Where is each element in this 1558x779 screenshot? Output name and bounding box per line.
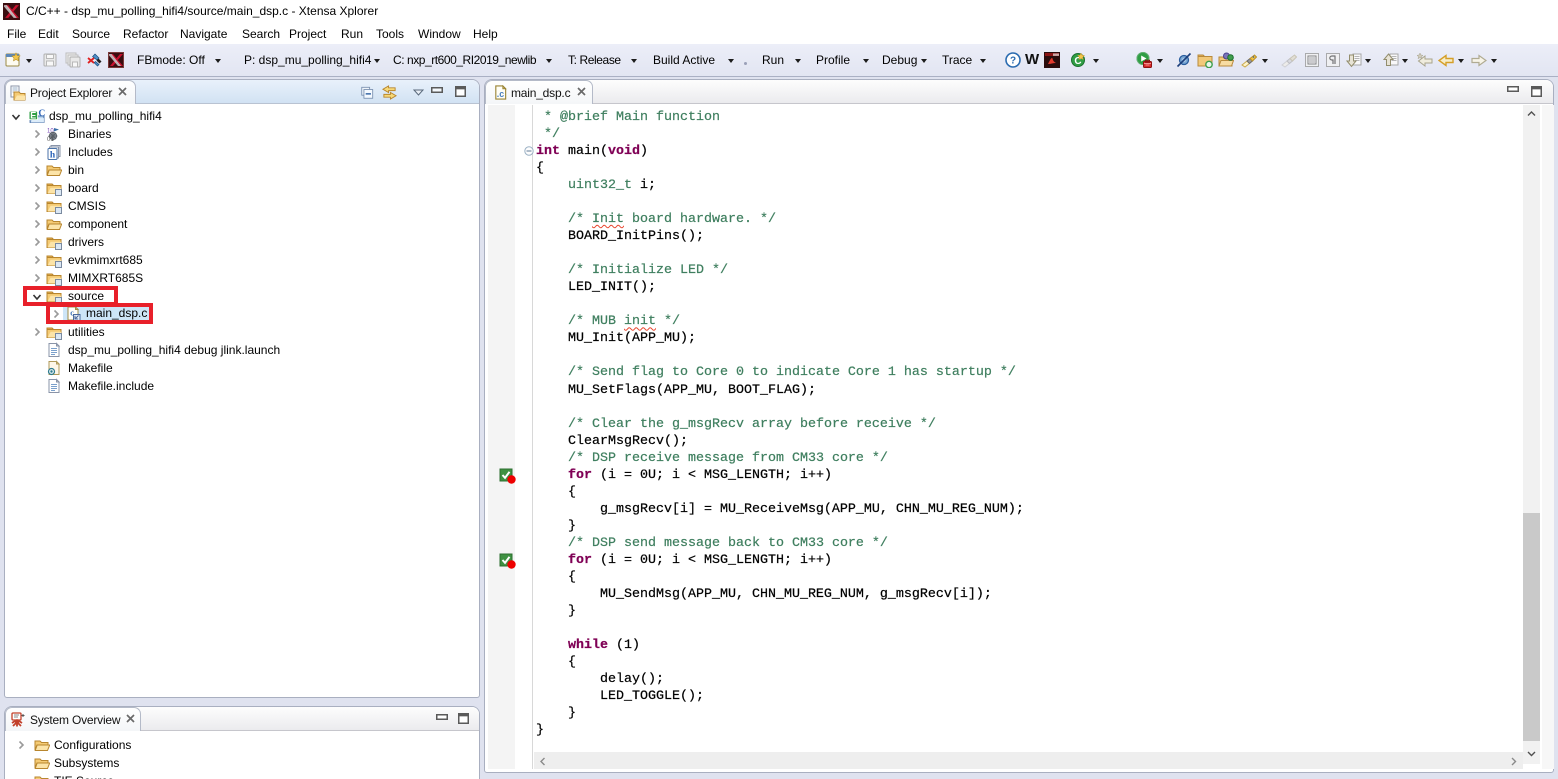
svg-text:?: ? (1010, 56, 1016, 67)
